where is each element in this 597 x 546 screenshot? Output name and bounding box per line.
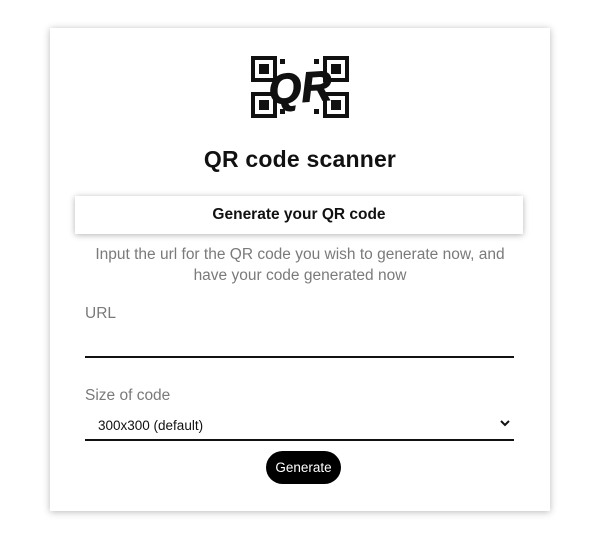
size-label: Size of code (85, 387, 171, 404)
generator-card: QR QR code scanner Generate your QR code… (50, 28, 550, 511)
tab-generate[interactable]: Generate your QR code (75, 196, 523, 234)
size-select-value: 300x300 (default) (98, 417, 204, 433)
qr-logo-icon: QR (251, 56, 349, 118)
chevron-down-icon (500, 420, 510, 427)
url-input[interactable] (85, 330, 514, 358)
url-label: URL (85, 305, 117, 322)
page-title: QR code scanner (203, 146, 397, 172)
size-select[interactable]: 300x300 (default) (85, 411, 514, 441)
generate-button[interactable]: Generate (266, 451, 341, 484)
description-text: Input the url for the QR code you wish t… (95, 246, 505, 284)
logo-text: QR (267, 62, 334, 114)
